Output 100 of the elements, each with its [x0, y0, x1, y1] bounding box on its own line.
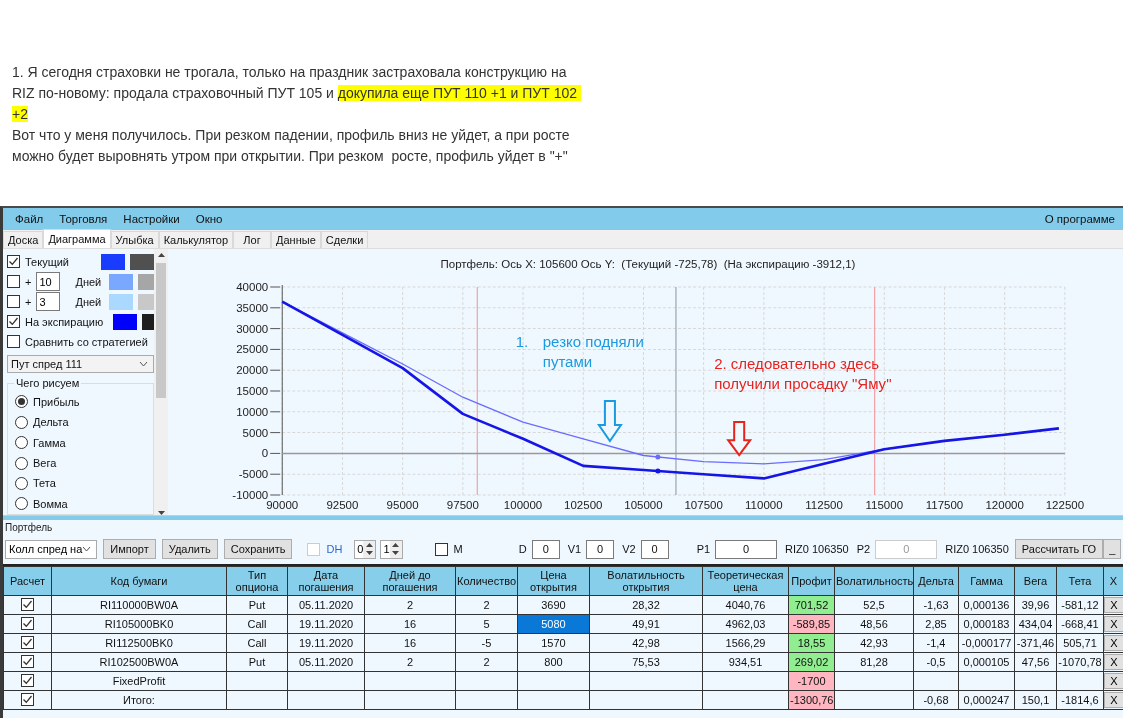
radio-button[interactable]: [15, 497, 28, 511]
tick-label: -10000: [232, 489, 269, 501]
tick-label: 40000: [236, 281, 269, 293]
remove-button[interactable]: X: [1104, 616, 1123, 632]
series-label: На экспирацию: [25, 315, 104, 328]
menu-item[interactable]: Настройки: [115, 211, 188, 227]
color-swatch[interactable]: [113, 313, 138, 330]
cursor-dot: [655, 454, 661, 460]
column-header: Дней до погашения: [364, 566, 456, 596]
color-swatch[interactable]: [138, 293, 154, 310]
menu-item[interactable]: Торговля: [51, 211, 116, 227]
days-label: Дней: [75, 275, 100, 288]
column-header: Цена открытия: [517, 566, 590, 596]
checkbox[interactable]: [7, 335, 20, 349]
tick-label: 122500: [1045, 499, 1085, 511]
checkbox-label: DH: [326, 543, 343, 555]
tab[interactable]: Лог: [233, 231, 272, 248]
column-header: Волатильность: [834, 566, 914, 596]
tab[interactable]: Сделки: [320, 231, 369, 248]
tick-label: 35000: [236, 301, 269, 314]
toolbar-button[interactable]: Удалить: [161, 539, 218, 559]
column-header: Расчет: [3, 566, 52, 596]
tab[interactable]: Калькулятор: [158, 231, 234, 248]
checkbox[interactable]: [21, 655, 34, 668]
radio-button[interactable]: [15, 395, 28, 409]
field-label: D: [518, 543, 527, 555]
number-field[interactable]: 0: [715, 539, 778, 559]
down-arrow-icon: [597, 400, 623, 443]
remove-button[interactable]: X: [1104, 597, 1123, 613]
color-swatch[interactable]: [109, 273, 134, 290]
color-swatch[interactable]: [109, 293, 134, 310]
color-swatch[interactable]: [101, 253, 125, 270]
radio-button[interactable]: [15, 436, 28, 450]
tab[interactable]: Доска: [3, 231, 44, 248]
number-spinner[interactable]: 1: [380, 539, 403, 559]
checkbox[interactable]: [434, 542, 448, 556]
column-header: Вега: [1014, 566, 1057, 596]
checkbox[interactable]: [21, 636, 34, 649]
tick-label: 20000: [236, 364, 269, 377]
column-header: Тета: [1056, 566, 1104, 596]
checkbox[interactable]: [7, 275, 20, 289]
strategy-select[interactable]: Пут спред 111: [7, 354, 154, 373]
remove-button[interactable]: X: [1104, 635, 1123, 651]
checkbox[interactable]: [21, 617, 34, 630]
tick-label: 25000: [236, 343, 269, 356]
radio-label: Дельта: [33, 416, 69, 429]
tick-label: 92500: [326, 499, 359, 511]
tab[interactable]: Улыбка: [110, 231, 159, 248]
up-caret-icon: [392, 542, 400, 547]
annotation-text: резко подняли: [542, 333, 644, 350]
annotation-text: получили просадку "Яму": [714, 375, 892, 392]
number-field[interactable]: 0: [586, 539, 615, 559]
menu-item[interactable]: Файл: [7, 211, 52, 227]
strategy-select[interactable]: Колл спред на: [5, 539, 98, 559]
down-caret-icon: [365, 551, 373, 556]
scrollbar[interactable]: [154, 249, 168, 515]
column-header: Волатильность открытия: [589, 566, 703, 596]
toolbar-button[interactable]: Рассчитать ГО: [1014, 539, 1104, 559]
radio-button[interactable]: [15, 476, 28, 490]
number-field[interactable]: 0: [531, 539, 560, 559]
remove-button[interactable]: X: [1104, 654, 1123, 670]
down-caret-icon: [392, 551, 400, 556]
radio-label: Гамма: [33, 436, 66, 449]
color-swatch[interactable]: [130, 253, 154, 270]
chevron-down-icon: [82, 546, 92, 552]
radio-button[interactable]: [15, 415, 28, 429]
menu-item[interactable]: О программе: [1036, 211, 1123, 227]
remove-button[interactable]: X: [1104, 673, 1123, 689]
radio-label: Прибыль: [33, 395, 80, 408]
days-input[interactable]: 10: [36, 272, 61, 292]
tick-label: 97500: [446, 499, 479, 511]
number-field[interactable]: 0: [640, 539, 669, 559]
radio-label: Тета: [33, 477, 56, 490]
group-title: Чего рисуем: [14, 376, 82, 389]
field-label: V1: [567, 543, 582, 555]
toolbar-button[interactable]: Импорт: [103, 539, 156, 559]
tick-label: 5000: [242, 426, 269, 439]
checkbox[interactable]: [21, 674, 34, 687]
tab[interactable]: Диаграмма: [43, 229, 111, 248]
checkbox[interactable]: [21, 693, 34, 706]
number-spinner[interactable]: 0: [354, 539, 377, 559]
field-label: V2: [622, 543, 636, 555]
toolbar-button[interactable]: Сохранить: [223, 539, 293, 559]
checkbox[interactable]: [7, 315, 20, 329]
article-paragraph: Вот что у меня получилось. При резком падении, профиль вниз не уйдет, а при росте можно будет выровнять утром при открытии. При резком росте, профиль уйдет в "+": [12, 126, 571, 166]
column-header: Профит: [788, 566, 835, 596]
checkbox[interactable]: [7, 295, 20, 309]
checkbox[interactable]: [21, 598, 34, 611]
remove-button[interactable]: X: [1104, 692, 1123, 708]
minimize-button[interactable]: _: [1103, 539, 1122, 559]
tick-label: 90000: [266, 499, 299, 511]
menu-item[interactable]: Окно: [187, 211, 231, 227]
instrument-label: RIZ0 106350: [785, 543, 849, 555]
checkbox[interactable]: [7, 255, 20, 269]
column-header: Дельта: [913, 566, 959, 596]
tab[interactable]: Данные: [271, 231, 321, 248]
radio-button[interactable]: [15, 456, 28, 470]
days-input[interactable]: 3: [36, 292, 61, 312]
color-swatch[interactable]: [138, 273, 154, 290]
tick-label: 100000: [503, 499, 543, 511]
